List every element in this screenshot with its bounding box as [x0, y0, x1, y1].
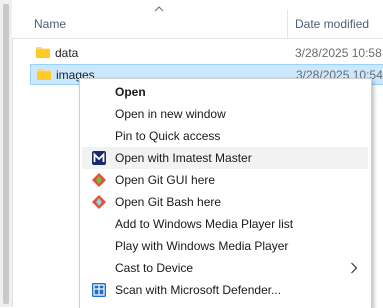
menu-item-git-gui[interactable]: Open Git GUI here — [82, 169, 368, 191]
menu-item-label: Add to Windows Media Player list — [115, 217, 294, 231]
left-pane-scrollbar[interactable] — [0, 0, 13, 307]
sort-ascending-icon[interactable] — [154, 6, 164, 12]
menu-item-label: Open in new window — [115, 107, 226, 121]
menu-item-label: Open Git Bash here — [115, 195, 222, 209]
menu-item-label: Cast to Device — [115, 261, 194, 275]
column-divider[interactable] — [287, 10, 288, 38]
column-date-header[interactable]: Date modified — [295, 17, 369, 31]
context-menu: Open Open in new window Pin to Quick acc… — [79, 78, 372, 308]
menu-item-open[interactable]: Open — [82, 81, 368, 103]
folder-icon — [37, 69, 51, 80]
menu-item-cast-to-device[interactable]: Cast to Device — [82, 257, 368, 279]
menu-item-git-bash[interactable]: Open Git Bash here — [82, 191, 368, 213]
menu-item-add-wmp-list[interactable]: Add to Windows Media Player list — [82, 213, 368, 235]
menu-item-open-imatest[interactable]: Open with Imatest Master — [82, 147, 368, 169]
column-header-bar: Name Date modified — [12, 0, 383, 39]
menu-item-label: Open Git GUI here — [115, 173, 216, 187]
menu-item-play-wmp[interactable]: Play with Windows Media Player — [82, 235, 368, 257]
menu-item-label: Play with Windows Media Player — [115, 239, 289, 253]
menu-item-scan-defender[interactable]: Scan with Microsoft Defender... — [82, 279, 368, 301]
folder-icon — [36, 47, 50, 58]
imatest-icon — [92, 151, 106, 165]
menu-item-label: Open with Imatest Master — [115, 151, 252, 165]
menu-item-open-new-window[interactable]: Open in new window — [82, 103, 368, 125]
menu-item-label: Scan with Microsoft Defender... — [115, 283, 282, 297]
file-row-data[interactable]: data 3/28/2025 10:58 A — [30, 43, 383, 63]
file-date: 3/28/2025 10:58 A — [295, 46, 383, 60]
menu-item-label: Pin to Quick access — [115, 129, 221, 143]
scrollbar-thumb[interactable] — [3, 4, 9, 304]
defender-icon — [92, 283, 106, 297]
git-bash-icon — [92, 195, 106, 209]
menu-item-label: Open — [115, 85, 146, 99]
column-name-header[interactable]: Name — [34, 17, 66, 31]
file-name: data — [55, 46, 79, 60]
chevron-right-icon — [351, 262, 358, 274]
menu-item-pin-quick-access[interactable]: Pin to Quick access — [82, 125, 368, 147]
git-gui-icon — [92, 173, 106, 187]
